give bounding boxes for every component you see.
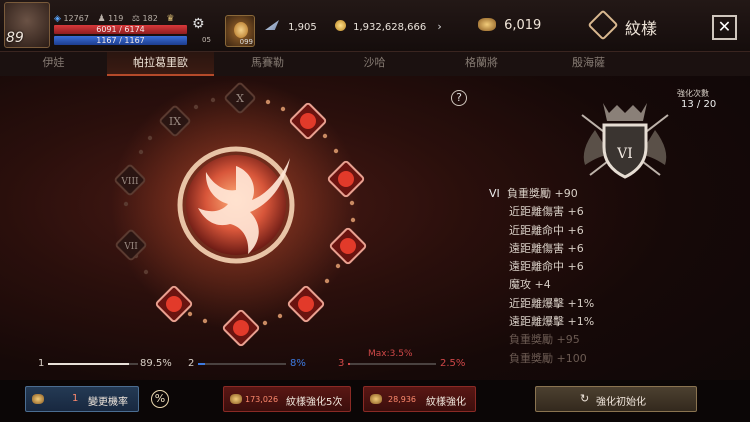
stat-line: 魔攻 +4 — [489, 276, 594, 294]
stat-text: 近距離命中 +6 — [509, 223, 584, 237]
numeral-vii: VII — [123, 242, 138, 252]
prob-value: 89.5% — [140, 358, 172, 369]
stat3-value: 182 — [142, 14, 158, 23]
crown-icon — [603, 103, 647, 121]
prob-fill — [198, 363, 206, 365]
phoenix-emblem[interactable] — [177, 146, 295, 264]
prob-index: 3 — [338, 358, 345, 369]
enhance1-label: 紋樣強化 — [426, 397, 466, 408]
pattern-screen: 89 ◈ 12767 ♟ 119 ⚖ 182 ♛ 6091 / 6174 116… — [0, 0, 750, 422]
potion-icon — [234, 22, 248, 38]
enhance-count-label: 強化次數 — [677, 89, 709, 98]
prob-value: 2.5% — [440, 358, 466, 369]
tab-einhasad[interactable]: 殷海薩 — [535, 52, 642, 76]
gold-amount: 1,932,628,666 — [353, 22, 427, 33]
enhance-button[interactable]: 28,936 紋樣強化 — [363, 386, 476, 412]
help-button[interactable]: ? — [451, 90, 467, 106]
prob-track-3 — [348, 363, 436, 365]
mp-bar: 1167 / 1167 — [54, 36, 187, 45]
gold-currency: 1,932,628,666 › — [335, 15, 445, 34]
stat-text: 近距離傷害 +6 — [509, 205, 584, 219]
emblem-amount: 6,019 — [504, 18, 542, 33]
stat1-value: 12767 — [63, 14, 89, 23]
prob-value: 8% — [290, 358, 306, 369]
reset-icon: ↻ — [580, 392, 590, 405]
tab-gran-kain[interactable]: 格蘭將 — [428, 52, 535, 76]
feather-amount: 1,905 — [288, 22, 317, 33]
emblem-currency: 6,019 — [478, 14, 558, 33]
close-button[interactable]: ✕ — [712, 15, 737, 40]
badge-numeral: VI — [616, 146, 633, 162]
stat-line: 遠距離命中 +6 — [489, 258, 594, 276]
stat-text: 遠距離命中 +6 — [509, 260, 584, 274]
pattern-wheel: X IX VIII VII — [111, 79, 367, 347]
person-icon: ♟ — [97, 14, 106, 24]
percent-button[interactable]: % — [151, 390, 169, 408]
stat-text: 魔攻 +4 — [509, 278, 551, 292]
prob-fill — [348, 363, 351, 365]
prob-fill — [48, 363, 129, 365]
stat-line: 近距離傷害 +6 — [489, 203, 594, 221]
probability-bars: 1 89.5% 2 8% 3 Max:3.5% 2.5% — [0, 349, 485, 374]
stat-row: ◈ 12767 ♟ 119 ⚖ 182 ♛ — [54, 14, 174, 24]
prob-index: 1 — [38, 358, 45, 369]
character-tabs: 伊娃 帕拉葛里歐 馬賽勒 沙哈 格蘭將 殷海薩 — [0, 52, 750, 76]
gold-coin-icon — [335, 20, 346, 31]
weight-icon: ⚖ — [131, 14, 140, 24]
stat-line: 遠距離爆擊 +1% — [489, 313, 594, 331]
feather-icon — [265, 20, 279, 30]
enhance-5x-button[interactable]: 173,026 紋樣強化5次 — [223, 386, 351, 412]
stat-text: 負重獎勵 +95 — [509, 333, 580, 347]
hp-bar: 6091 / 6174 — [54, 25, 187, 34]
reset-enhance-button[interactable]: ↻ 強化初始化 — [535, 386, 697, 412]
tab-sayha[interactable]: 沙哈 — [321, 52, 428, 76]
character-level: 89 — [6, 30, 24, 46]
emblem-coin-icon — [370, 394, 382, 404]
stat-line-next: 負重獎勵 +95 — [489, 331, 594, 349]
prob-max-label: Max:3.5% — [368, 349, 413, 359]
numeral-x: X — [236, 92, 244, 105]
pattern-stat-list: VI 負重獎勵 +90 近距離傷害 +6 近距離命中 +6 遠距離傷害 +6 遠距… — [489, 185, 594, 368]
stat-text: 近距離爆擊 +1% — [509, 296, 595, 310]
emblem-coin-icon — [230, 394, 242, 404]
stat-text: 負重獎勵 +90 — [507, 187, 578, 200]
rate-count: 1 — [72, 393, 79, 404]
stat-numeral: VI — [489, 187, 500, 200]
item-count: 05 — [202, 36, 211, 44]
numeral-viii: VIII — [120, 177, 139, 187]
shield-icon: ◈ — [54, 14, 61, 24]
emblem-coin-icon — [478, 18, 496, 31]
tab-eva[interactable]: 伊娃 — [0, 52, 107, 76]
stat-line: VI 負重獎勵 +90 — [489, 185, 594, 203]
reset-label: 強化初始化 — [596, 397, 646, 408]
chevron-right-icon[interactable]: › — [437, 20, 441, 33]
page-title: 紋樣 — [625, 19, 658, 38]
prob-track-1 — [48, 363, 138, 365]
trophy-icon: ♛ — [166, 14, 175, 24]
tab-paragrio[interactable]: 帕拉葛里歐 — [107, 52, 214, 76]
potion-count: 099 — [239, 38, 253, 46]
prob-index: 2 — [188, 358, 195, 369]
potion-slot[interactable]: 099 — [225, 15, 255, 47]
stat-text: 負重獎勵 +100 — [509, 351, 587, 365]
stat-line-next: 負重獎勵 +100 — [489, 350, 594, 368]
enhance5-cost: 173,026 — [245, 395, 279, 404]
rank-badge: VI — [581, 103, 669, 179]
stat-text: 遠距離爆擊 +1% — [509, 315, 595, 329]
stat2-value: 119 — [108, 14, 124, 23]
enhance5-label: 紋樣強化5次 — [286, 397, 343, 408]
stat-line: 遠距離傷害 +6 — [489, 240, 594, 258]
stat-text: 遠距離傷害 +6 — [509, 241, 584, 255]
change-rate-button[interactable]: 1 變更機率 — [25, 386, 139, 412]
tab-maphr[interactable]: 馬賽勒 — [214, 52, 321, 76]
stat-line: 近距離命中 +6 — [489, 222, 594, 240]
enhance-count-value: 13 / 20 — [681, 99, 717, 110]
rate-coin-icon — [32, 394, 44, 404]
numeral-ix: IX — [169, 115, 181, 128]
enhance1-cost: 28,936 — [388, 395, 416, 404]
stat-line: 近距離爆擊 +1% — [489, 295, 594, 313]
rate-label: 變更機率 — [88, 397, 128, 408]
prob-track-2 — [198, 363, 286, 365]
settings-gear-icon[interactable]: ⚙ 05 — [192, 16, 214, 46]
